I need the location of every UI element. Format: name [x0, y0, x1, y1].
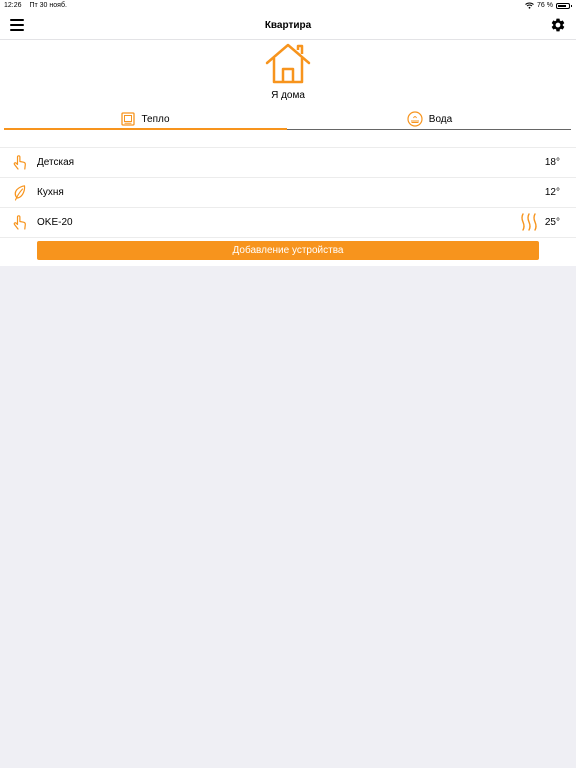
room-name: OKE-20: [37, 217, 73, 228]
list-item[interactable]: Детская 18°: [0, 148, 576, 178]
list-item[interactable]: OKE-20 25°: [0, 208, 576, 238]
main-content: Я дома Тепло Вода Детская 18° Кухня 12° …: [0, 40, 576, 266]
status-date: Пт 30 нояб.: [29, 2, 67, 9]
nav-bar: Квартира: [0, 12, 576, 40]
active-tab-indicator: [4, 128, 287, 130]
add-device-button[interactable]: Добавление устройства: [37, 241, 539, 260]
leaf-icon: [14, 185, 26, 201]
room-name: Детская: [37, 157, 75, 168]
wifi-icon: [525, 2, 534, 9]
radiator-icon: [121, 112, 136, 126]
gear-icon[interactable]: [550, 17, 566, 33]
hand-icon: [13, 155, 26, 170]
status-bar: 12:26 Пт 30 нояб. 76 %: [0, 0, 576, 12]
tab-water[interactable]: Вода: [288, 108, 571, 130]
tab-water-label: Вода: [428, 113, 453, 125]
room-list: Детская 18° Кухня 12° OKE-20 25°: [0, 147, 576, 238]
battery-percent: 76 %: [537, 2, 553, 9]
room-temperature: 12°: [544, 187, 560, 198]
tab-heat-label: Тепло: [141, 113, 170, 125]
page-title: Квартира: [264, 20, 312, 31]
room-temperature: 18°: [544, 157, 560, 168]
hand-icon: [13, 215, 26, 230]
tab-heat[interactable]: Тепло: [4, 108, 287, 130]
room-temperature: 25°: [544, 217, 560, 228]
list-item[interactable]: Кухня 12°: [0, 178, 576, 208]
room-name: Кухня: [37, 187, 64, 198]
mode-label: Я дома: [271, 90, 305, 101]
home-icon[interactable]: [264, 42, 312, 84]
tab-bar: Тепло Вода: [4, 108, 571, 132]
heating-waves-icon: [521, 213, 537, 231]
battery-icon: [556, 2, 572, 9]
water-heater-icon: [407, 111, 423, 127]
status-time: 12:26: [4, 2, 22, 9]
